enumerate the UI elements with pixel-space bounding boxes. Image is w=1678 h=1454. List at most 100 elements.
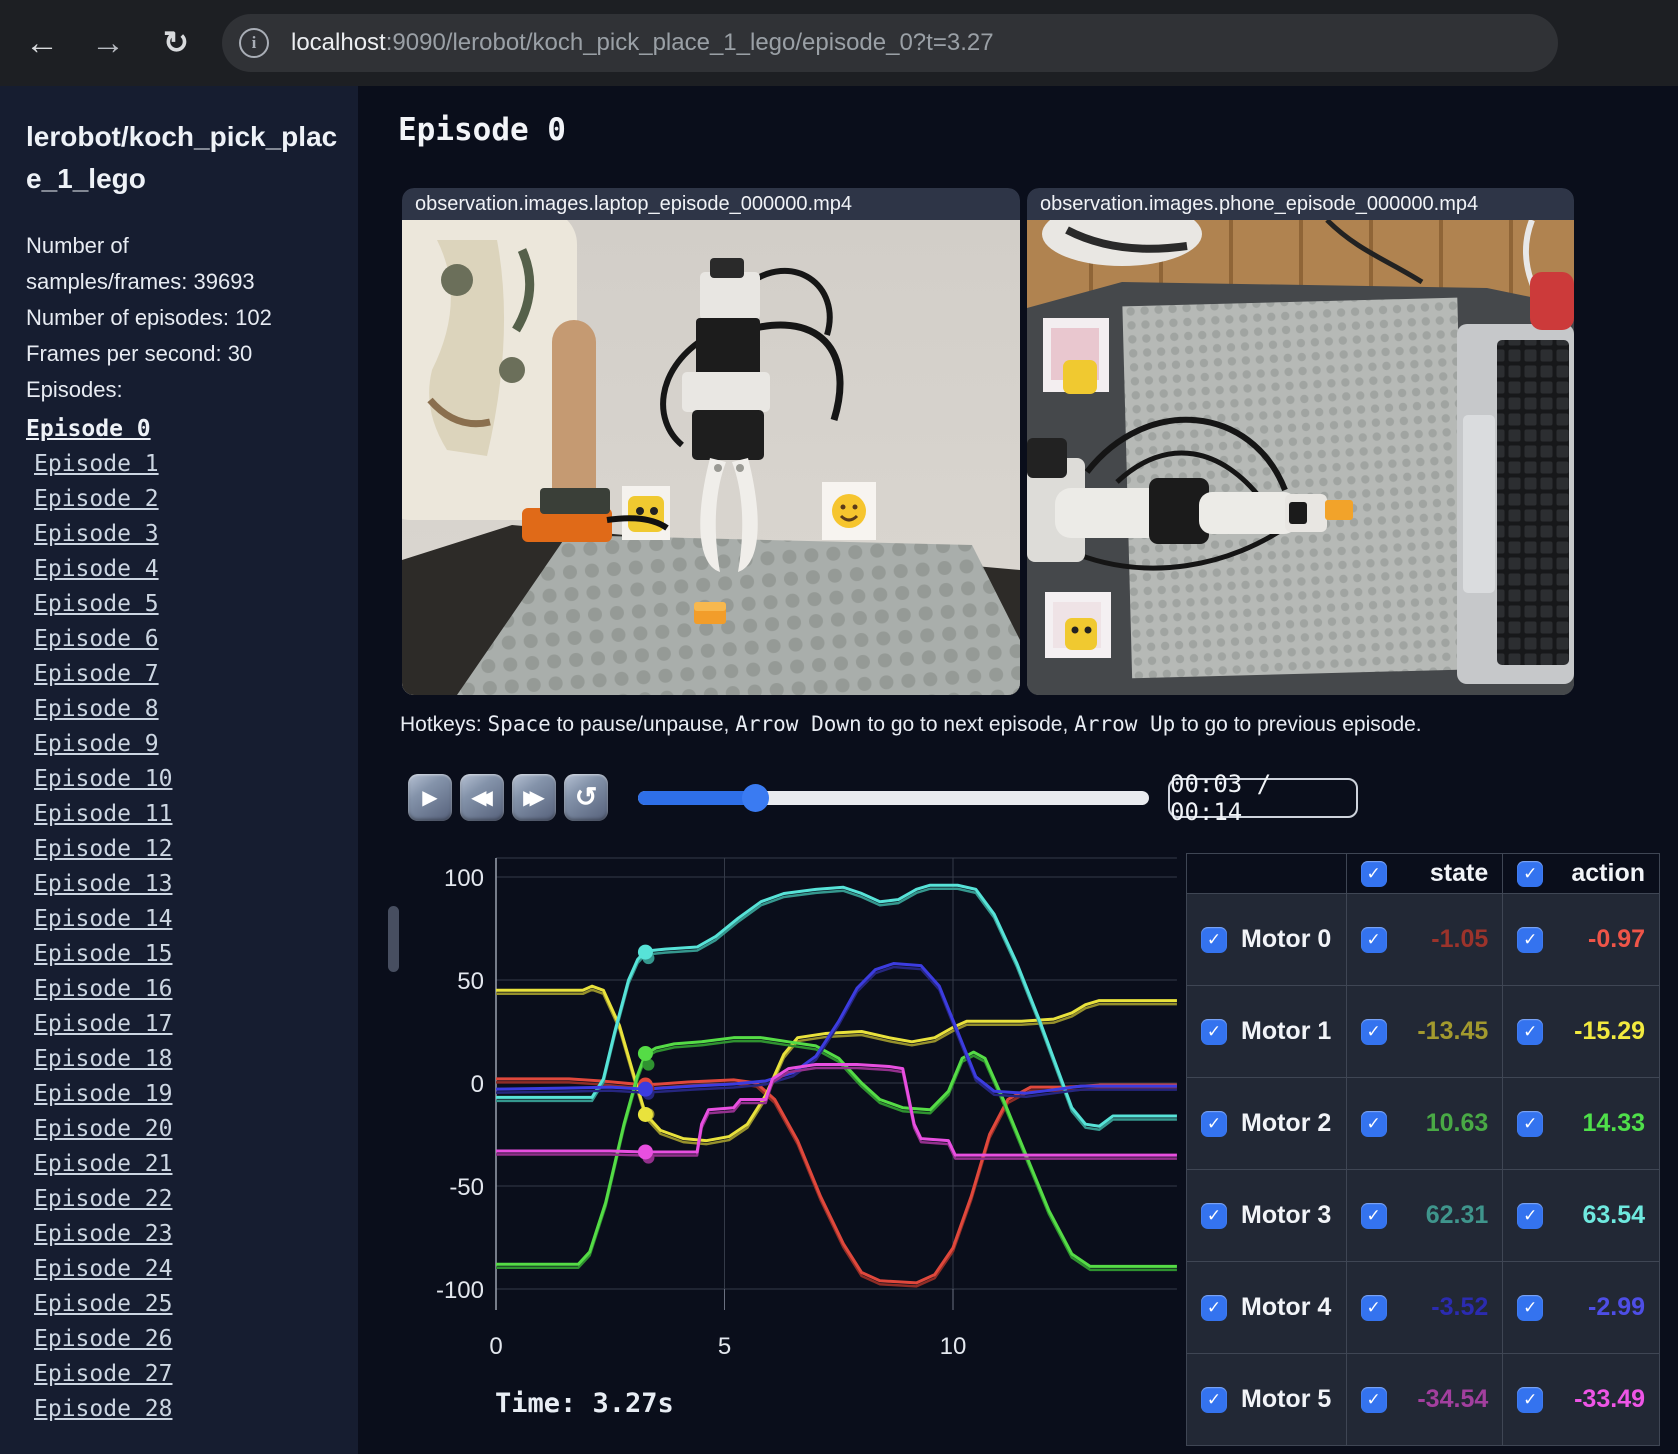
- checkbox-state-1[interactable]: ✓: [1360, 1018, 1387, 1045]
- motor-label-cell: ✓ Motor 1: [1186, 985, 1347, 1078]
- phone-video[interactable]: [1027, 220, 1574, 695]
- sidebar-item-episode-15[interactable]: Episode 15: [34, 937, 358, 972]
- laptop-video[interactable]: [402, 220, 1020, 695]
- sidebar-item-episode-7[interactable]: Episode 7: [34, 657, 358, 692]
- checkbox-state-3[interactable]: ✓: [1360, 1202, 1387, 1229]
- col-header-label: action: [1571, 859, 1645, 887]
- sidebar-item-episode-24[interactable]: Episode 24: [34, 1252, 358, 1287]
- svg-text:50: 50: [457, 968, 484, 995]
- stat-line: Number of: [26, 233, 129, 258]
- action-cell: ✓ -0.97: [1502, 893, 1660, 986]
- state-value: -3.52: [1431, 1293, 1489, 1321]
- checkbox-motor-5[interactable]: ✓: [1201, 1386, 1227, 1413]
- sidebar-item-episode-12[interactable]: Episode 12: [34, 832, 358, 867]
- hotkeys-help: Hotkeys: Space to pause/unpause, Arrow D…: [400, 712, 1422, 737]
- sidebar-item-episode-22[interactable]: Episode 22: [34, 1182, 358, 1217]
- table-row: ✓ Motor 1 ✓ -13.45 ✓ -15.29: [1186, 985, 1660, 1078]
- sidebar-item-episode-4[interactable]: Episode 4: [34, 552, 358, 587]
- checkbox-motor-3[interactable]: ✓: [1201, 1202, 1227, 1229]
- svg-text:10: 10: [940, 1333, 967, 1360]
- page: ← → ↻ i localhost:9090/lerobot/koch_pick…: [0, 0, 1678, 1454]
- checkbox-state-4[interactable]: ✓: [1360, 1294, 1387, 1321]
- phone-video-scene: [1027, 220, 1574, 695]
- action-value: -2.99: [1588, 1293, 1645, 1321]
- sidebar-item-episode-14[interactable]: Episode 14: [34, 902, 358, 937]
- svg-text:0: 0: [471, 1071, 484, 1098]
- checkbox-action-5[interactable]: ✓: [1517, 1386, 1544, 1413]
- sidebar-item-episode-16[interactable]: Episode 16: [34, 972, 358, 1007]
- sidebar-item-episode-17[interactable]: Episode 17: [34, 1007, 358, 1042]
- sidebar-item-episode-20[interactable]: Episode 20: [34, 1112, 358, 1147]
- checkbox-state-0[interactable]: ✓: [1360, 926, 1387, 953]
- checkbox-motor-4[interactable]: ✓: [1201, 1294, 1227, 1321]
- sidebar-item-episode-28[interactable]: Episode 28: [34, 1392, 358, 1427]
- sidebar-item-episode-0[interactable]: Episode 0: [26, 412, 358, 447]
- back-icon[interactable]: ←: [14, 0, 70, 86]
- scrollbar-thumb[interactable]: [388, 906, 399, 972]
- sidebar-item-episode-3[interactable]: Episode 3: [34, 517, 358, 552]
- svg-text:100: 100: [444, 865, 484, 892]
- forward-icon[interactable]: →: [80, 0, 136, 86]
- checkbox-action-2[interactable]: ✓: [1517, 1110, 1544, 1137]
- checkbox-state-2[interactable]: ✓: [1360, 1110, 1387, 1137]
- hotkey-text: to go to next episode,: [861, 713, 1075, 736]
- hotkey-text: to pause/unpause,: [550, 713, 736, 736]
- rewind-icon[interactable]: ◀◀: [460, 774, 504, 821]
- motor-label: Motor 2: [1241, 1109, 1332, 1137]
- sidebar-item-episode-2[interactable]: Episode 2: [34, 482, 358, 517]
- fast-forward-icon[interactable]: ▶▶: [512, 774, 556, 821]
- table-row: ✓ Motor 5 ✓ -34.54 ✓ -33.49: [1186, 1353, 1660, 1446]
- checkbox-action-4[interactable]: ✓: [1517, 1294, 1544, 1321]
- dataset-title: lerobot/koch_pick_place_1_lego: [26, 121, 338, 194]
- sidebar-item-episode-5[interactable]: Episode 5: [34, 587, 358, 622]
- action-value: -15.29: [1574, 1017, 1645, 1045]
- motor-label: Motor 3: [1241, 1201, 1332, 1229]
- page-info-icon[interactable]: i: [239, 28, 269, 58]
- sidebar-item-episode-19[interactable]: Episode 19: [34, 1077, 358, 1112]
- motor-label-cell: ✓ Motor 4: [1186, 1261, 1347, 1354]
- sidebar-item-episode-26[interactable]: Episode 26: [34, 1322, 358, 1357]
- action-cell: ✓ -15.29: [1502, 985, 1660, 1078]
- checkbox-state-5[interactable]: ✓: [1360, 1386, 1387, 1413]
- checkbox-motor-0[interactable]: ✓: [1201, 926, 1227, 953]
- sidebar-item-episode-1[interactable]: Episode 1: [34, 447, 358, 482]
- checkbox-action-3[interactable]: ✓: [1517, 1202, 1544, 1229]
- sidebar-item-episode-27[interactable]: Episode 27: [34, 1357, 358, 1392]
- checkbox-action-1[interactable]: ✓: [1517, 1018, 1544, 1045]
- sidebar-item-episode-10[interactable]: Episode 10: [34, 762, 358, 797]
- motor-label: Motor 0: [1241, 925, 1332, 953]
- hotkey-key: Space: [487, 712, 551, 736]
- play-icon[interactable]: ▶: [408, 774, 452, 821]
- checkbox-action-0[interactable]: ✓: [1517, 926, 1544, 953]
- sidebar-item-episode-23[interactable]: Episode 23: [34, 1217, 358, 1252]
- sidebar-item-episode-8[interactable]: Episode 8: [34, 692, 358, 727]
- state-value: 62.31: [1425, 1201, 1489, 1229]
- checkbox-col-state[interactable]: ✓: [1360, 860, 1387, 887]
- sidebar-item-episode-6[interactable]: Episode 6: [34, 622, 358, 657]
- sidebar-item-episode-11[interactable]: Episode 11: [34, 797, 358, 832]
- motor-label: Motor 5: [1241, 1385, 1332, 1413]
- state-cell: ✓ -3.52: [1345, 1261, 1504, 1354]
- url-text: localhost:9090/lerobot/koch_pick_place_1…: [291, 29, 994, 57]
- checkbox-motor-2[interactable]: ✓: [1201, 1110, 1227, 1137]
- state-value: -13.45: [1417, 1017, 1489, 1045]
- sidebar-item-episode-18[interactable]: Episode 18: [34, 1042, 358, 1077]
- state-cell: ✓ 10.63: [1345, 1077, 1504, 1170]
- checkbox-motor-1[interactable]: ✓: [1201, 1018, 1227, 1045]
- video-caption-phone: observation.images.phone_episode_000000.…: [1027, 188, 1574, 220]
- seek-thumb[interactable]: [742, 784, 770, 812]
- svg-text:-100: -100: [436, 1277, 484, 1304]
- sidebar-item-episode-25[interactable]: Episode 25: [34, 1287, 358, 1322]
- reload-icon[interactable]: ↻: [148, 0, 204, 86]
- checkbox-col-action[interactable]: ✓: [1517, 860, 1544, 887]
- sidebar-item-episode-21[interactable]: Episode 21: [34, 1147, 358, 1182]
- action-value: -33.49: [1574, 1385, 1645, 1413]
- replay-icon[interactable]: ↺: [564, 774, 608, 821]
- state-value: 10.63: [1425, 1109, 1489, 1137]
- address-bar[interactable]: i localhost:9090/lerobot/koch_pick_place…: [222, 14, 1558, 72]
- motor-label-cell: ✓ Motor 3: [1186, 1169, 1347, 1262]
- sidebar-item-episode-9[interactable]: Episode 9: [34, 727, 358, 762]
- sidebar-item-episode-13[interactable]: Episode 13: [34, 867, 358, 902]
- col-header-label: state: [1429, 859, 1489, 887]
- seek-slider[interactable]: [638, 784, 1149, 812]
